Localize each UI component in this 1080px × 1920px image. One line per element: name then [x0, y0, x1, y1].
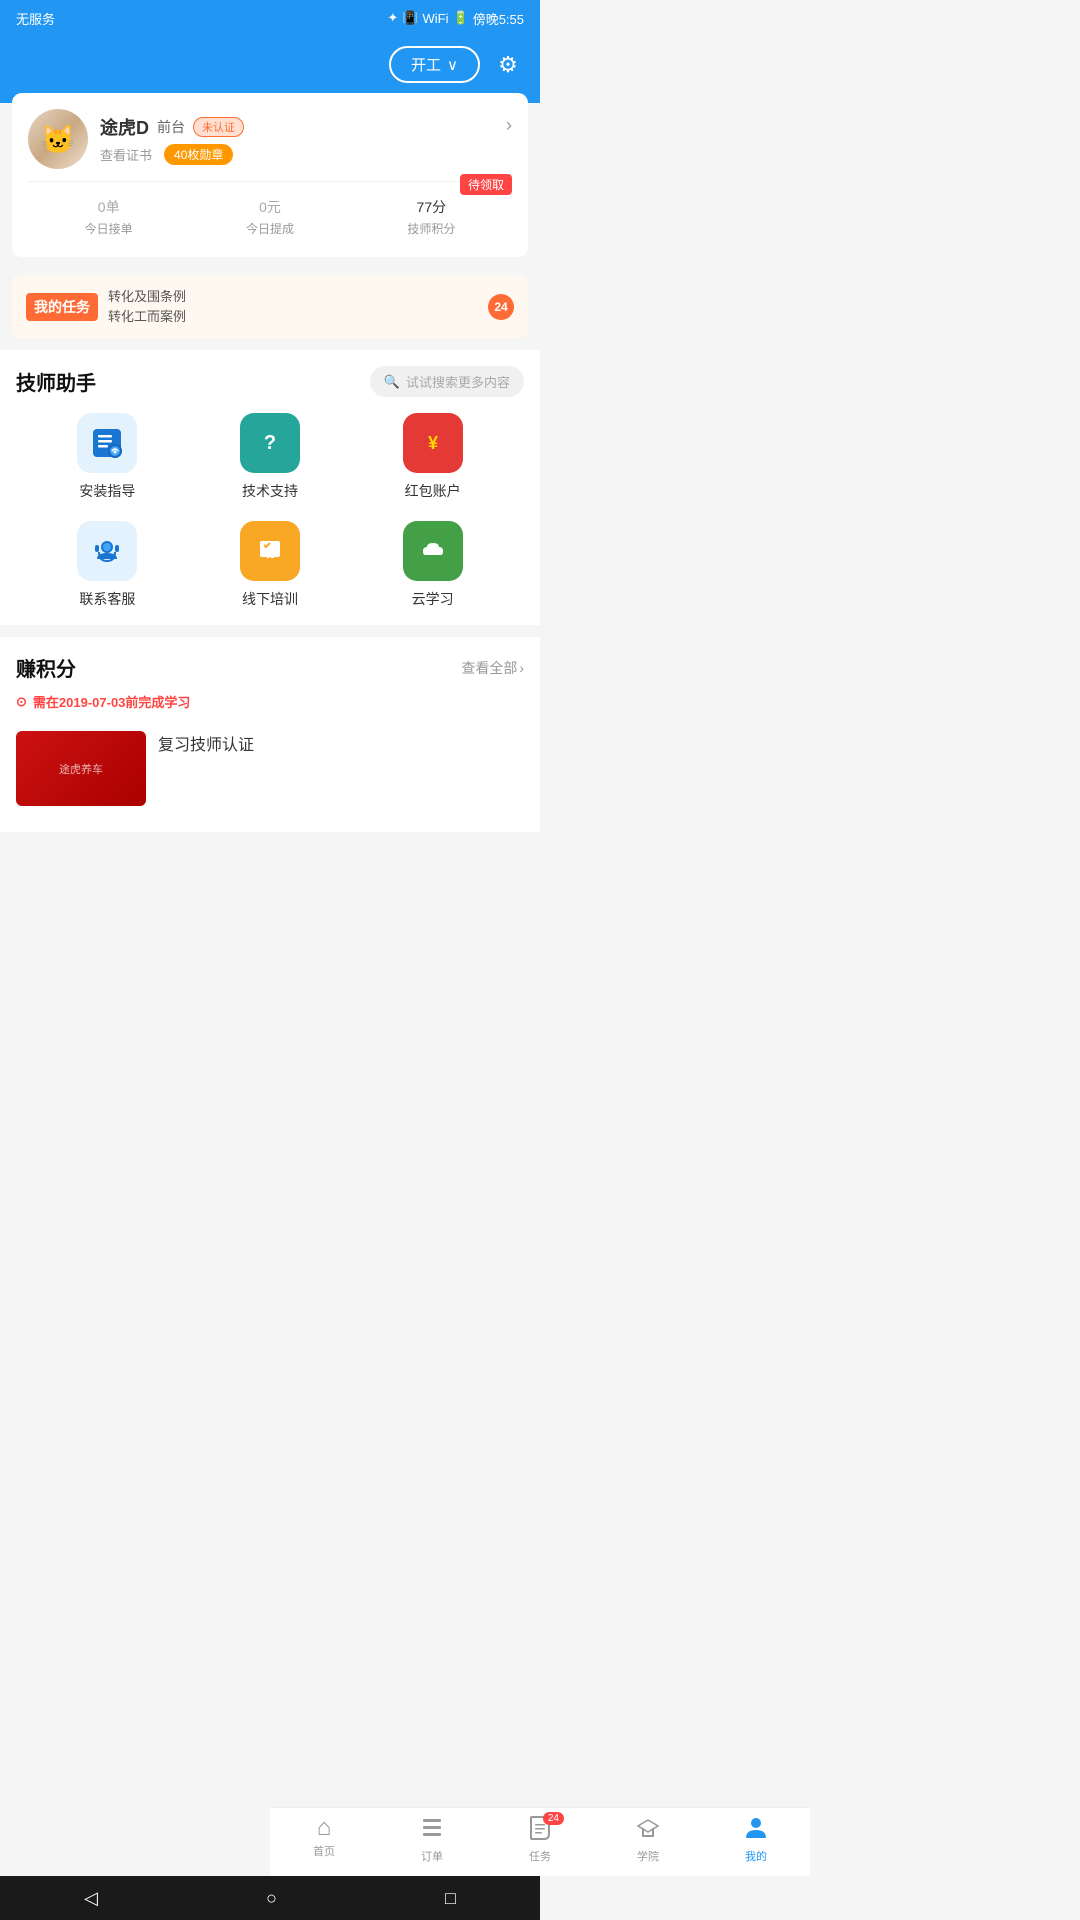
svg-text:?: ? [264, 432, 276, 454]
user-name: 途虎D [100, 114, 149, 140]
task-count: 24 [488, 294, 514, 320]
chevron-down-icon: ∨ [447, 56, 458, 74]
nav-mine[interactable]: 我的 [702, 1816, 810, 1864]
vibrate-icon: 📳 [402, 10, 418, 26]
wifi-icon: WiFi [423, 11, 449, 26]
bottom-nav: ⌂ 首页 订单 24 任务 学院 我的 [270, 1807, 810, 1876]
cloud-learning-icon-box [403, 521, 463, 581]
orders-value: 0单 [85, 192, 133, 218]
search-icon: 🔍 [384, 374, 400, 390]
install-guide-icon-box [77, 413, 137, 473]
recent-apps-button[interactable]: □ [445, 1888, 456, 1909]
course-card[interactable]: 途虎养车 复习技师认证 [16, 721, 524, 816]
offline-training-label: 线下培训 [242, 589, 298, 609]
points-value: 77分 [407, 192, 455, 218]
pending-badge: 待领取 [460, 174, 512, 195]
settings-button[interactable]: ⚙ [492, 49, 524, 81]
view-all-button[interactable]: 查看全部 › [461, 658, 524, 678]
course-thumbnail: 途虎养车 [16, 731, 146, 806]
carrier-text: 无服务 [16, 9, 55, 28]
assistant-item-install-guide[interactable]: 安装指导 [26, 413, 189, 501]
search-box[interactable]: 🔍 试试搜索更多内容 [370, 366, 524, 397]
nav-tasks-label: 任务 [529, 1848, 551, 1864]
profile-card: 🐱 途虎D 前台 未认证 查看证书 40枚勋章 › 待领取 0单 [12, 93, 528, 257]
mine-icon [744, 1816, 768, 1845]
nav-academy-label: 学院 [637, 1848, 659, 1864]
nav-mine-label: 我的 [745, 1848, 767, 1864]
nav-home[interactable]: ⌂ 首页 [270, 1816, 378, 1864]
assistant-item-red-envelope[interactable]: ¥ 红包账户 [351, 413, 514, 501]
assistant-item-tech-support[interactable]: ? 技术支持 [189, 413, 352, 501]
assistant-icon-grid: 安装指导 ? 技术支持 ¥ 红包账户 [16, 413, 524, 609]
red-envelope-label: 红包账户 [405, 481, 461, 501]
time-text: 傍晚5:55 [473, 9, 524, 28]
task-content: 转化及围条例 转化工而案例 [108, 287, 478, 326]
nav-orders-label: 订单 [421, 1848, 443, 1864]
task-tag: 我的任务 [26, 293, 98, 321]
task-line-1: 转化及围条例 [108, 287, 478, 307]
cert-link[interactable]: 查看证书 [100, 145, 152, 164]
gear-icon: ⚙ [498, 52, 518, 78]
avatar[interactable]: 🐱 [28, 109, 88, 169]
unverified-badge: 未认证 [193, 117, 244, 137]
user-role: 前台 [157, 117, 185, 137]
home-system-button[interactable]: ○ [266, 1888, 277, 1909]
stats-row: 待领取 0单 今日接单 0元 今日提成 77分 技师积分 [28, 181, 512, 241]
cloud-learning-label: 云学习 [412, 589, 454, 609]
tech-support-label: 技术支持 [242, 481, 298, 501]
nav-tasks[interactable]: 24 任务 [486, 1816, 594, 1864]
course-title: 复习技师认证 [158, 731, 254, 806]
bluetooth-icon: ✦ [387, 10, 398, 26]
work-button[interactable]: 开工 ∨ [389, 46, 480, 83]
deadline-notice: ⊙ 需在2019-07-03前完成学习 [16, 692, 524, 711]
svg-text:¥: ¥ [428, 433, 438, 453]
assistant-item-offline-training[interactable]: 线下培训 [189, 521, 352, 609]
offline-training-icon-box [240, 521, 300, 581]
nav-home-label: 首页 [313, 1843, 335, 1859]
assistant-title: 技师助手 [16, 367, 96, 396]
customer-service-icon-box [77, 521, 137, 581]
academy-icon [636, 1816, 660, 1845]
back-button[interactable]: ◁ [84, 1888, 98, 1909]
install-guide-label: 安装指导 [79, 481, 135, 501]
assistant-item-customer-service[interactable]: 联系客服 [26, 521, 189, 609]
work-button-label: 开工 [411, 54, 441, 75]
profile-chevron-icon[interactable]: › [506, 115, 512, 136]
orders-label: 今日接单 [85, 220, 133, 237]
commission-label: 今日提成 [246, 220, 294, 237]
points-label: 技师积分 [407, 220, 455, 237]
system-nav-bar: ◁ ○ □ [0, 1876, 540, 1920]
tech-support-icon-box: ? [240, 413, 300, 473]
nav-academy[interactable]: 学院 [594, 1816, 702, 1864]
medal-badge: 40枚勋章 [164, 144, 233, 165]
search-placeholder: 试试搜索更多内容 [406, 372, 510, 391]
home-icon: ⌂ [317, 1816, 332, 1840]
red-envelope-icon-box: ¥ [403, 413, 463, 473]
stat-commission: 0元 今日提成 [246, 192, 294, 237]
customer-service-label: 联系客服 [79, 589, 135, 609]
task-banner[interactable]: 我的任务 转化及围条例 转化工而案例 24 [12, 275, 528, 338]
commission-value: 0元 [246, 192, 294, 218]
warning-icon: ⊙ [16, 694, 27, 710]
earn-section: 赚积分 查看全部 › ⊙ 需在2019-07-03前完成学习 途虎养车 复习技师… [0, 637, 540, 832]
status-icons: ✦ 📳 WiFi 🔋 傍晚5:55 [387, 9, 524, 28]
stat-points: 77分 技师积分 [407, 192, 455, 237]
assistant-section: 技师助手 🔍 试试搜索更多内容 [0, 350, 540, 625]
orders-icon [420, 1816, 444, 1845]
task-line-2: 转化工而案例 [108, 307, 478, 327]
chevron-right-icon: › [519, 660, 524, 676]
tasks-badge: 24 [543, 1812, 564, 1825]
nav-orders[interactable]: 订单 [378, 1816, 486, 1864]
battery-icon: 🔋 [453, 10, 469, 26]
stat-orders: 0单 今日接单 [85, 192, 133, 237]
status-bar: 无服务 ✦ 📳 WiFi 🔋 傍晚5:55 [0, 0, 540, 36]
earn-points-title: 赚积分 [16, 653, 76, 682]
assistant-item-cloud-learning[interactable]: 云学习 [351, 521, 514, 609]
